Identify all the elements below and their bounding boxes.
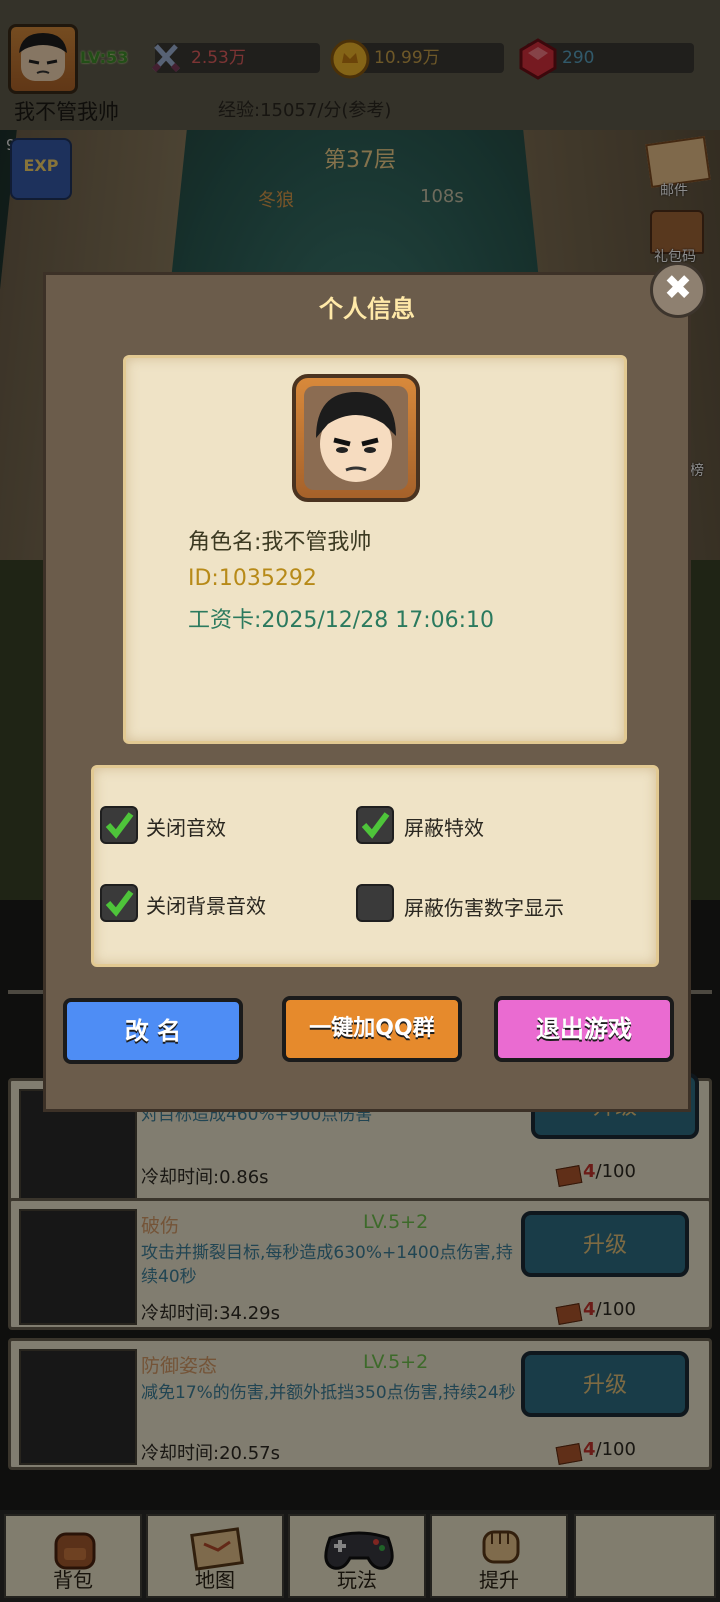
exit-game-button[interactable]: 退出游戏 bbox=[494, 996, 674, 1062]
hide-damage-numbers-label: 屏蔽伤害数字显示 bbox=[404, 896, 564, 920]
close-icon: ✖ bbox=[663, 268, 693, 308]
profile-portrait bbox=[292, 374, 420, 502]
mute-sfx-label: 关闭音效 bbox=[146, 816, 226, 840]
mute-sfx-checkbox[interactable] bbox=[100, 806, 138, 844]
hide-effects-checkbox[interactable] bbox=[356, 806, 394, 844]
rename-button[interactable]: 改 名 bbox=[63, 998, 243, 1064]
close-button[interactable]: ✖ bbox=[650, 262, 706, 318]
checkmark-icon bbox=[361, 812, 390, 839]
join-qq-group-button[interactable]: 一键加QQ群 bbox=[282, 996, 462, 1062]
checkmark-icon bbox=[105, 890, 134, 917]
checkmark-icon bbox=[105, 812, 134, 839]
mute-bgm-checkbox[interactable] bbox=[100, 884, 138, 922]
settings-panel bbox=[91, 765, 659, 967]
pay-card-expiry: 工资卡:2025/12/28 17:06:10 bbox=[188, 608, 495, 633]
mute-bgm-label: 关闭背景音效 bbox=[146, 894, 266, 918]
character-face-icon bbox=[304, 386, 408, 490]
player-id: ID:1035292 bbox=[188, 566, 317, 591]
hide-effects-label: 屏蔽特效 bbox=[404, 816, 484, 840]
modal-title: 个人信息 bbox=[319, 295, 415, 323]
hide-damage-numbers-checkbox[interactable] bbox=[356, 884, 394, 922]
role-name: 角色名:我不管我帅 bbox=[188, 530, 372, 555]
